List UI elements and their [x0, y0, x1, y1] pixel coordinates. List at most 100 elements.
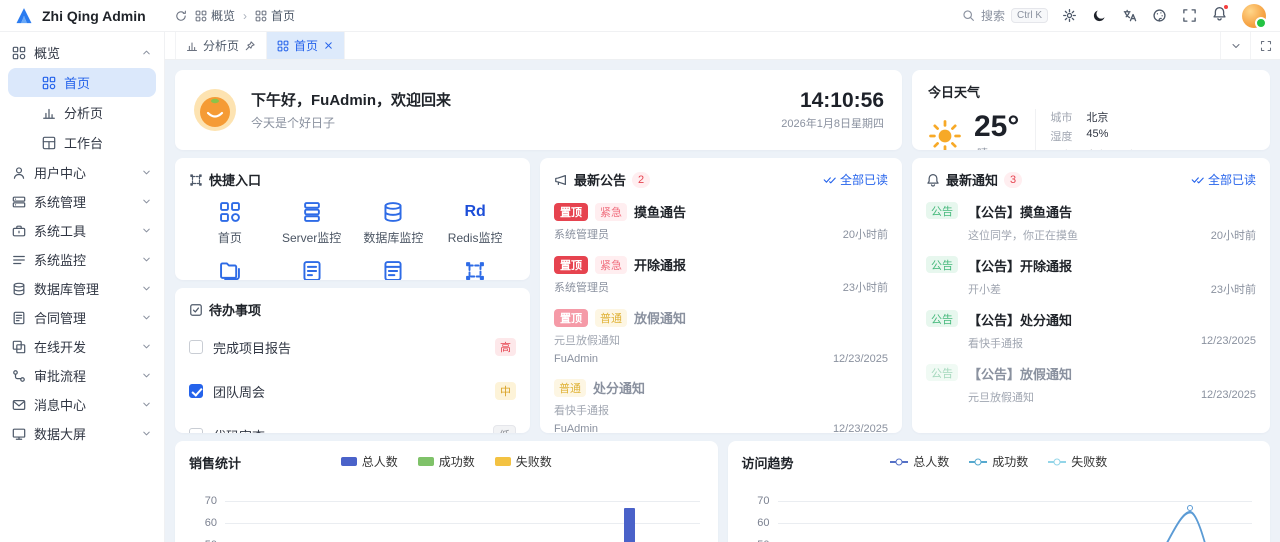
sidebar-item-system-management[interactable]: 系统管理: [0, 187, 164, 216]
app-logo[interactable]: Zhi Qing Admin: [0, 6, 165, 26]
sidebar-item-contract-management[interactable]: 合同管理: [0, 303, 164, 332]
sidebar-item-online-dev[interactable]: 在线开发: [0, 332, 164, 361]
legend-swatch: [494, 457, 511, 466]
search-input[interactable]: 搜索 Ctrl K: [962, 7, 1048, 24]
todo-item[interactable]: 代码审查 低: [189, 413, 516, 433]
chevron-down-icon: [141, 312, 152, 323]
announcement-item[interactable]: 置顶 普通 放假通知 元旦放假通知 FuAdmin 12/23/2025: [554, 308, 888, 365]
sidebar-item-approval-flow[interactable]: 审批流程: [0, 361, 164, 390]
server-icon: [301, 201, 323, 223]
breadcrumb-item-overview[interactable]: 概览: [195, 7, 235, 24]
line-peak-marker[interactable]: [1187, 504, 1194, 511]
sidebar: 概览 首页 分析页 工作台 用户中心 系统管理 系统工具 系统监控 数据库管理: [0, 32, 165, 542]
quick-entry-db-monitor[interactable]: 数据库监控: [353, 201, 435, 246]
grid-icon: [277, 40, 289, 52]
flow-icon: [12, 369, 26, 383]
close-tab-icon[interactable]: [323, 40, 334, 51]
chart-icon: [186, 40, 198, 52]
bar-chart-plot: 70 60 50: [189, 493, 704, 542]
tab-home[interactable]: 首页: [267, 32, 346, 59]
mark-all-read-link[interactable]: 全部已读: [823, 171, 888, 188]
legend-swatch: [417, 457, 434, 466]
sidebar-item-database-management[interactable]: 数据库管理: [0, 274, 164, 303]
tab-list-dropdown-icon[interactable]: [1220, 32, 1250, 59]
trend-line: [1165, 511, 1206, 542]
checkbox[interactable]: [189, 384, 203, 398]
breadcrumb-item-home[interactable]: 首页: [255, 7, 295, 24]
sidebar-item-message-center[interactable]: 消息中心: [0, 390, 164, 419]
notification-item[interactable]: 公告 【公告】开除通报 开小差 23小时前: [926, 256, 1256, 297]
tab-bar: 分析页 首页: [165, 32, 1280, 60]
notification-bell-icon[interactable]: [1212, 4, 1229, 25]
quick-entry-home[interactable]: 首页: [189, 201, 271, 246]
user-icon: [12, 166, 26, 180]
notice-tag: 公告: [926, 310, 958, 327]
notification-item[interactable]: 公告 【公告】处分通知 看快手通报 12/23/2025: [926, 310, 1256, 351]
theme-icon[interactable]: [1152, 8, 1167, 23]
checkbox[interactable]: [189, 340, 203, 354]
weather-condition: 晴: [977, 145, 1019, 151]
files-icon: [219, 260, 241, 280]
quick-entry-redis-monitor[interactable]: Rd Redis监控: [434, 201, 516, 246]
page-icon: [382, 260, 404, 280]
todo-icon: [189, 303, 203, 317]
bar-total[interactable]: [623, 507, 635, 542]
sidebar-item-analysis[interactable]: 分析页: [8, 98, 156, 127]
welcome-card: 下午好，FuAdmin，欢迎回来 今天是个好日子 14:10:56 2026年1…: [175, 70, 902, 150]
sidebar-item-home[interactable]: 首页: [8, 68, 156, 97]
notification-item[interactable]: 公告 【公告】放假通知 元旦放假通知 12/23/2025: [926, 364, 1256, 405]
weather-humidity: 45%: [1086, 128, 1109, 140]
sidebar-item-overview[interactable]: 概览: [0, 38, 164, 67]
user-avatar[interactable]: [1242, 3, 1267, 29]
announcement-item[interactable]: 置顶 紧急 开除通报 系统管理员 23小时前: [554, 255, 888, 295]
sidebar-item-system-monitor[interactable]: 系统监控: [0, 245, 164, 274]
sales-chart-card: 销售统计 总人数 成功数 失败数 70 60 50: [175, 441, 718, 542]
greeting-subtitle: 今天是个好日子: [251, 116, 336, 130]
pin-icon[interactable]: [244, 40, 256, 52]
announcement-item[interactable]: 置顶 紧急 摸鱼通告 系统管理员 20小时前: [554, 202, 888, 242]
announcement-item[interactable]: 普通 处分通知 看快手通报 FuAdmin 12/23/2025: [554, 378, 888, 433]
language-icon[interactable]: [1122, 8, 1137, 23]
notice-tag: 公告: [926, 364, 958, 381]
chevron-down-icon: [141, 399, 152, 410]
breadcrumb: 概览 › 首页: [175, 7, 295, 24]
todo-item[interactable]: 团队周会 中: [189, 369, 516, 413]
sidebar-item-data-screen[interactable]: 数据大屏: [0, 419, 164, 448]
quick-entry-file-management[interactable]: 文件管理: [189, 260, 271, 280]
double-check-icon: [823, 173, 836, 186]
sidebar-item-workbench[interactable]: 工作台: [8, 128, 156, 157]
checkbox[interactable]: [189, 428, 203, 433]
chart-legend: 总人数 成功数 失败数: [728, 453, 1271, 470]
chevron-down-icon: [141, 283, 152, 294]
maximize-content-icon[interactable]: [1250, 32, 1280, 59]
dark-mode-icon[interactable]: [1092, 8, 1107, 23]
sidebar-item-user-center[interactable]: 用户中心: [0, 158, 164, 187]
breadcrumb-separator: ›: [243, 8, 248, 23]
dev-icon: [12, 340, 26, 354]
chevron-down-icon: [141, 428, 152, 439]
grid-icon: [255, 10, 267, 22]
quick-entry-page-management[interactable]: 页面管理: [353, 260, 435, 280]
mail-icon: [12, 398, 26, 412]
legend-line-marker: [969, 458, 988, 466]
sidebar-item-system-tools[interactable]: 系统工具: [0, 216, 164, 245]
legend-line-marker: [890, 458, 909, 466]
settings-icon[interactable]: [1062, 8, 1077, 23]
quick-entry-form-management[interactable]: 表单管理: [434, 260, 516, 280]
notice-tag: 公告: [926, 256, 958, 273]
refresh-icon[interactable]: [175, 10, 187, 22]
priority-badge: 高: [495, 338, 516, 356]
tab-analysis[interactable]: 分析页: [175, 32, 268, 59]
todo-item[interactable]: 完成项目报告 高: [189, 325, 516, 369]
quick-entry-contract-list[interactable]: 合同列表: [271, 260, 353, 280]
mascot-avatar: [193, 88, 237, 132]
quick-entry-server-monitor[interactable]: Server监控: [271, 201, 353, 246]
sun-icon: [928, 119, 962, 150]
notifications-card: 最新通知 3 全部已读 公告 【公告】摸鱼通告 这位同学，你正在摸鱼 20小时前 …: [912, 158, 1270, 433]
weather-city: 北京: [1086, 112, 1109, 124]
mark-all-read-link[interactable]: 全部已读: [1191, 171, 1256, 188]
grid-icon: [195, 10, 207, 22]
notification-item[interactable]: 公告 【公告】摸鱼通告 这位同学，你正在摸鱼 20小时前: [926, 202, 1256, 243]
layout-icon: [42, 136, 56, 150]
fullscreen-icon[interactable]: [1182, 8, 1197, 23]
